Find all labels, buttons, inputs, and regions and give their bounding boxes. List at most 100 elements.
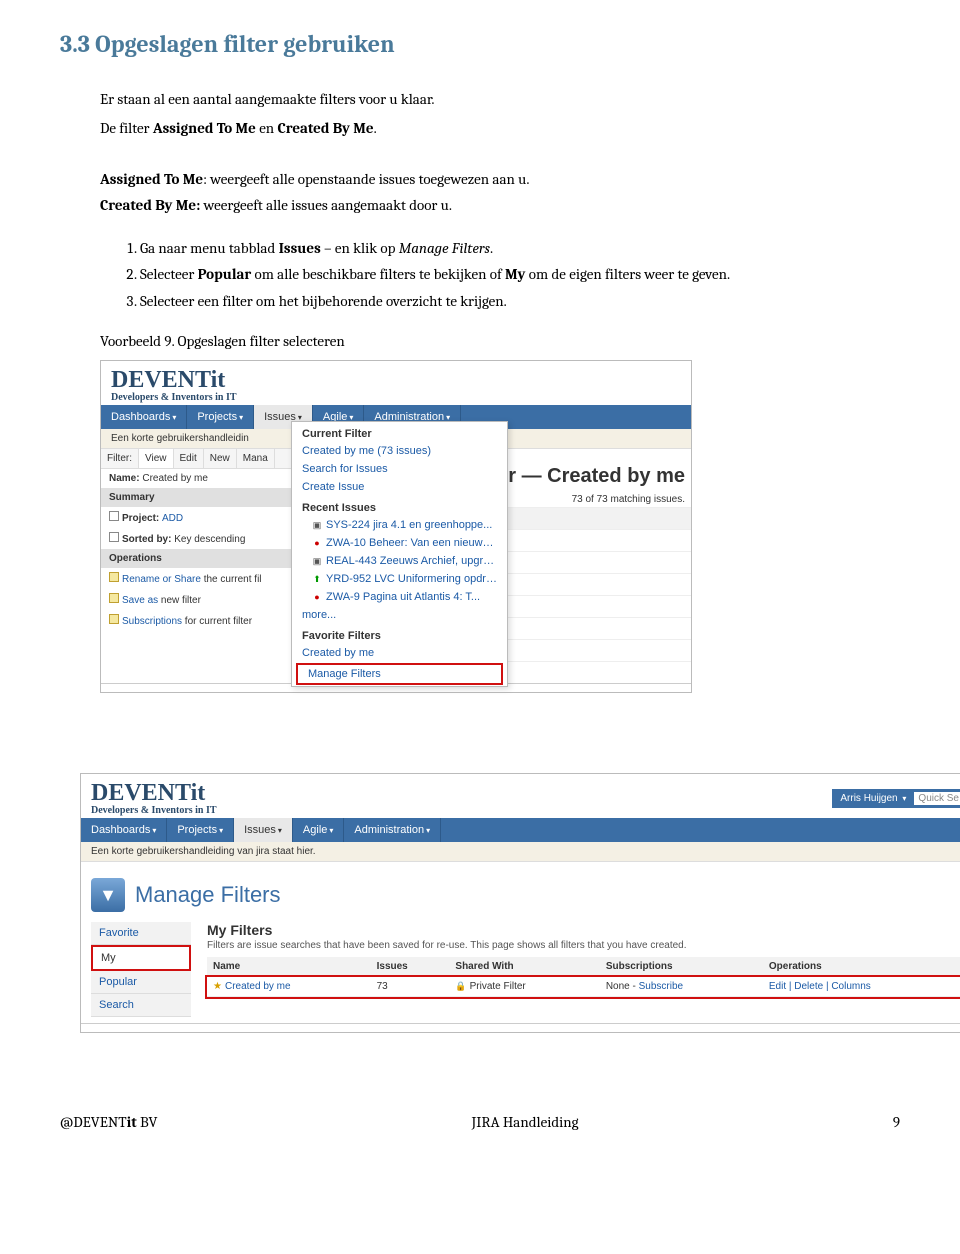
dd-recent-4[interactable]: ⬆YRD-952 LVC Uniformering opdra... — [292, 570, 507, 588]
funnel-icon: ▼ — [91, 878, 125, 912]
tab-search[interactable]: Search — [91, 994, 191, 1017]
logo-name: DEVENTit — [111, 367, 225, 393]
tab-popular[interactable]: Popular — [91, 971, 191, 994]
improvement-icon: ⬆ — [312, 574, 322, 585]
dd-recent-5[interactable]: ●ZWA-9 Pagina uit Atlantis 4: T... — [292, 588, 507, 606]
menu-administration[interactable]: Administration▾ — [344, 818, 441, 842]
filter-tab-new[interactable]: New — [204, 449, 237, 468]
chevron-down-icon: ▾ — [172, 413, 176, 422]
filter-tabs: Filter: View Edit New Mana — [101, 449, 291, 469]
tab-my[interactable]: My — [91, 945, 191, 971]
dd-recent-2[interactable]: ●ZWA-10 Beheer: Van een nieuwe ... — [292, 534, 507, 552]
menu-dashboards[interactable]: Dashboards▾ — [81, 818, 167, 842]
chevron-down-icon: ▾ — [278, 826, 282, 835]
main-menubar: Dashboards▾ Projects▾ Issues▾ Agile▾ Adm… — [81, 818, 960, 842]
filter-name-row: Name: Created by me — [101, 469, 291, 488]
op-rename[interactable]: Rename or Share the current fil — [101, 568, 291, 589]
bullet-icon — [109, 572, 119, 582]
my-filters-panel: My Filters Filters are issue searches th… — [191, 922, 960, 1017]
menu-dashboards[interactable]: Dashboards▾ — [101, 405, 187, 429]
chevron-down-icon: ▾ — [152, 826, 156, 835]
bug-icon: ● — [312, 592, 322, 602]
issues-dropdown: Current Filter Created by me (73 issues)… — [291, 421, 508, 687]
subscribe-link[interactable]: Subscribe — [639, 981, 683, 992]
col-operations: Operations — [763, 957, 960, 977]
footer-left: @DEVENTit BV — [60, 1113, 157, 1131]
tab-favorite[interactable]: Favorite — [91, 922, 191, 945]
torn-edge — [81, 1023, 960, 1032]
filter-tab-mana[interactable]: Mana — [237, 449, 275, 468]
filters-table: Name Issues Shared With Subscriptions Op… — [207, 957, 960, 997]
square-icon — [109, 532, 119, 542]
quick-search[interactable]: Quick Se — [914, 792, 960, 805]
col-shared: Shared With — [449, 957, 599, 977]
logo-name: DEVENTit — [91, 780, 205, 806]
project-row: Project: ADD — [101, 507, 291, 528]
my-filters-description: Filters are issue searches that have bee… — [207, 940, 960, 951]
logo-tagline: Developers & Inventors in IT — [91, 805, 217, 816]
col-subscriptions: Subscriptions — [600, 957, 763, 977]
dd-recent-1[interactable]: ▣SYS-224 jira 4.1 en greenhoppe... — [292, 516, 507, 534]
menu-projects[interactable]: Projects▾ — [187, 405, 254, 429]
dd-section-favorite: Favorite Filters — [292, 624, 507, 644]
filter-operations[interactable]: Edit | Delete | Columns — [763, 977, 960, 997]
footer-center: JIRA Handleiding — [472, 1113, 579, 1131]
menu-projects[interactable]: Projects▾ — [167, 818, 234, 842]
info-banner: Een korte gebruikershandleiding van jira… — [81, 842, 960, 862]
chevron-down-icon: ▾ — [902, 794, 906, 803]
chevron-down-icon: ▾ — [426, 826, 430, 835]
bullet-icon — [109, 614, 119, 624]
section-heading: 3.3 Opgeslagen filter gebruiken — [60, 30, 900, 58]
menu-issues[interactable]: Issues▾ — [234, 818, 293, 842]
chevron-down-icon: ▾ — [219, 826, 223, 835]
logo-tagline: Developers & Inventors in IT — [111, 392, 681, 403]
menu-agile[interactable]: Agile▾ — [293, 818, 344, 842]
my-filters-title: My Filters — [207, 922, 960, 938]
sidebar: Filter: View Edit New Mana Name: Created… — [101, 449, 291, 683]
lock-icon: 🔒 — [455, 981, 466, 991]
bullet-icon — [109, 593, 119, 603]
definition-assigned: Assigned To Me: weergeeft alle openstaan… — [100, 168, 900, 191]
page-header: ▼ Manage Filters — [91, 868, 960, 922]
filter-issue-count: 73 — [371, 977, 450, 997]
summary-header: Summary — [101, 488, 291, 507]
chevron-down-icon: ▾ — [329, 826, 333, 835]
dd-fav-1[interactable]: Created by me — [292, 644, 507, 662]
filter-category-tabs: Favorite My Popular Search — [91, 922, 191, 1017]
dd-section-current: Current Filter — [292, 422, 507, 442]
chevron-down-icon: ▾ — [239, 413, 243, 422]
page-title: Manage Filters — [135, 882, 281, 908]
dd-recent-3[interactable]: ▣REAL-443 Zeeuws Archief, upgra... — [292, 552, 507, 570]
filter-tabs-label: Filter: — [101, 449, 139, 468]
step-3: Selecteer een filter om het bijbehorende… — [140, 290, 900, 313]
user-menu[interactable]: Arris Huijgen ▾ — [840, 793, 906, 804]
operations-header: Operations — [101, 549, 291, 568]
col-issues: Issues — [371, 957, 450, 977]
dd-section-recent: Recent Issues — [292, 496, 507, 516]
dd-search-issues[interactable]: Search for Issues — [292, 460, 507, 478]
op-subscriptions[interactable]: Subscriptions for current filter — [101, 610, 291, 631]
dd-create-issue[interactable]: Create Issue — [292, 478, 507, 496]
footer-page-number: 9 — [893, 1113, 900, 1131]
dd-manage-filters[interactable]: Manage Filters — [296, 663, 503, 685]
dd-current-filter-link[interactable]: Created by me (73 issues) — [292, 442, 507, 460]
filter-tab-edit[interactable]: Edit — [174, 449, 204, 468]
screenshot-2: DEVENTit Developers & Inventors in IT Ar… — [80, 773, 960, 1033]
filter-tab-view[interactable]: View — [139, 449, 174, 468]
logo-area: DEVENTit Developers & Inventors in IT — [91, 780, 217, 816]
sorted-row: Sorted by: Key descending — [101, 528, 291, 549]
screenshot-1: DEVENTit Developers & Inventors in IT Da… — [100, 360, 692, 693]
dd-more[interactable]: more... — [292, 606, 507, 624]
star-icon[interactable]: ★ — [213, 981, 222, 992]
op-saveas[interactable]: Save as new filter — [101, 589, 291, 610]
bug-icon: ● — [312, 538, 322, 548]
task-icon: ▣ — [312, 520, 322, 531]
filter-shared-with: Private Filter — [470, 981, 526, 992]
intro-line-2: De filter Assigned To Me en Created By M… — [100, 117, 900, 140]
filter-name-link[interactable]: Created by me — [225, 981, 291, 992]
definition-created: Created By Me: weergeeft alle issues aan… — [100, 194, 900, 217]
filter-row[interactable]: ★Created by me 73 🔒Private Filter None -… — [207, 977, 960, 997]
page-footer: @DEVENTit BV JIRA Handleiding 9 — [60, 1113, 900, 1131]
step-2: Selecteer Popular om alle beschikbare fi… — [140, 263, 900, 286]
square-icon — [109, 511, 119, 521]
